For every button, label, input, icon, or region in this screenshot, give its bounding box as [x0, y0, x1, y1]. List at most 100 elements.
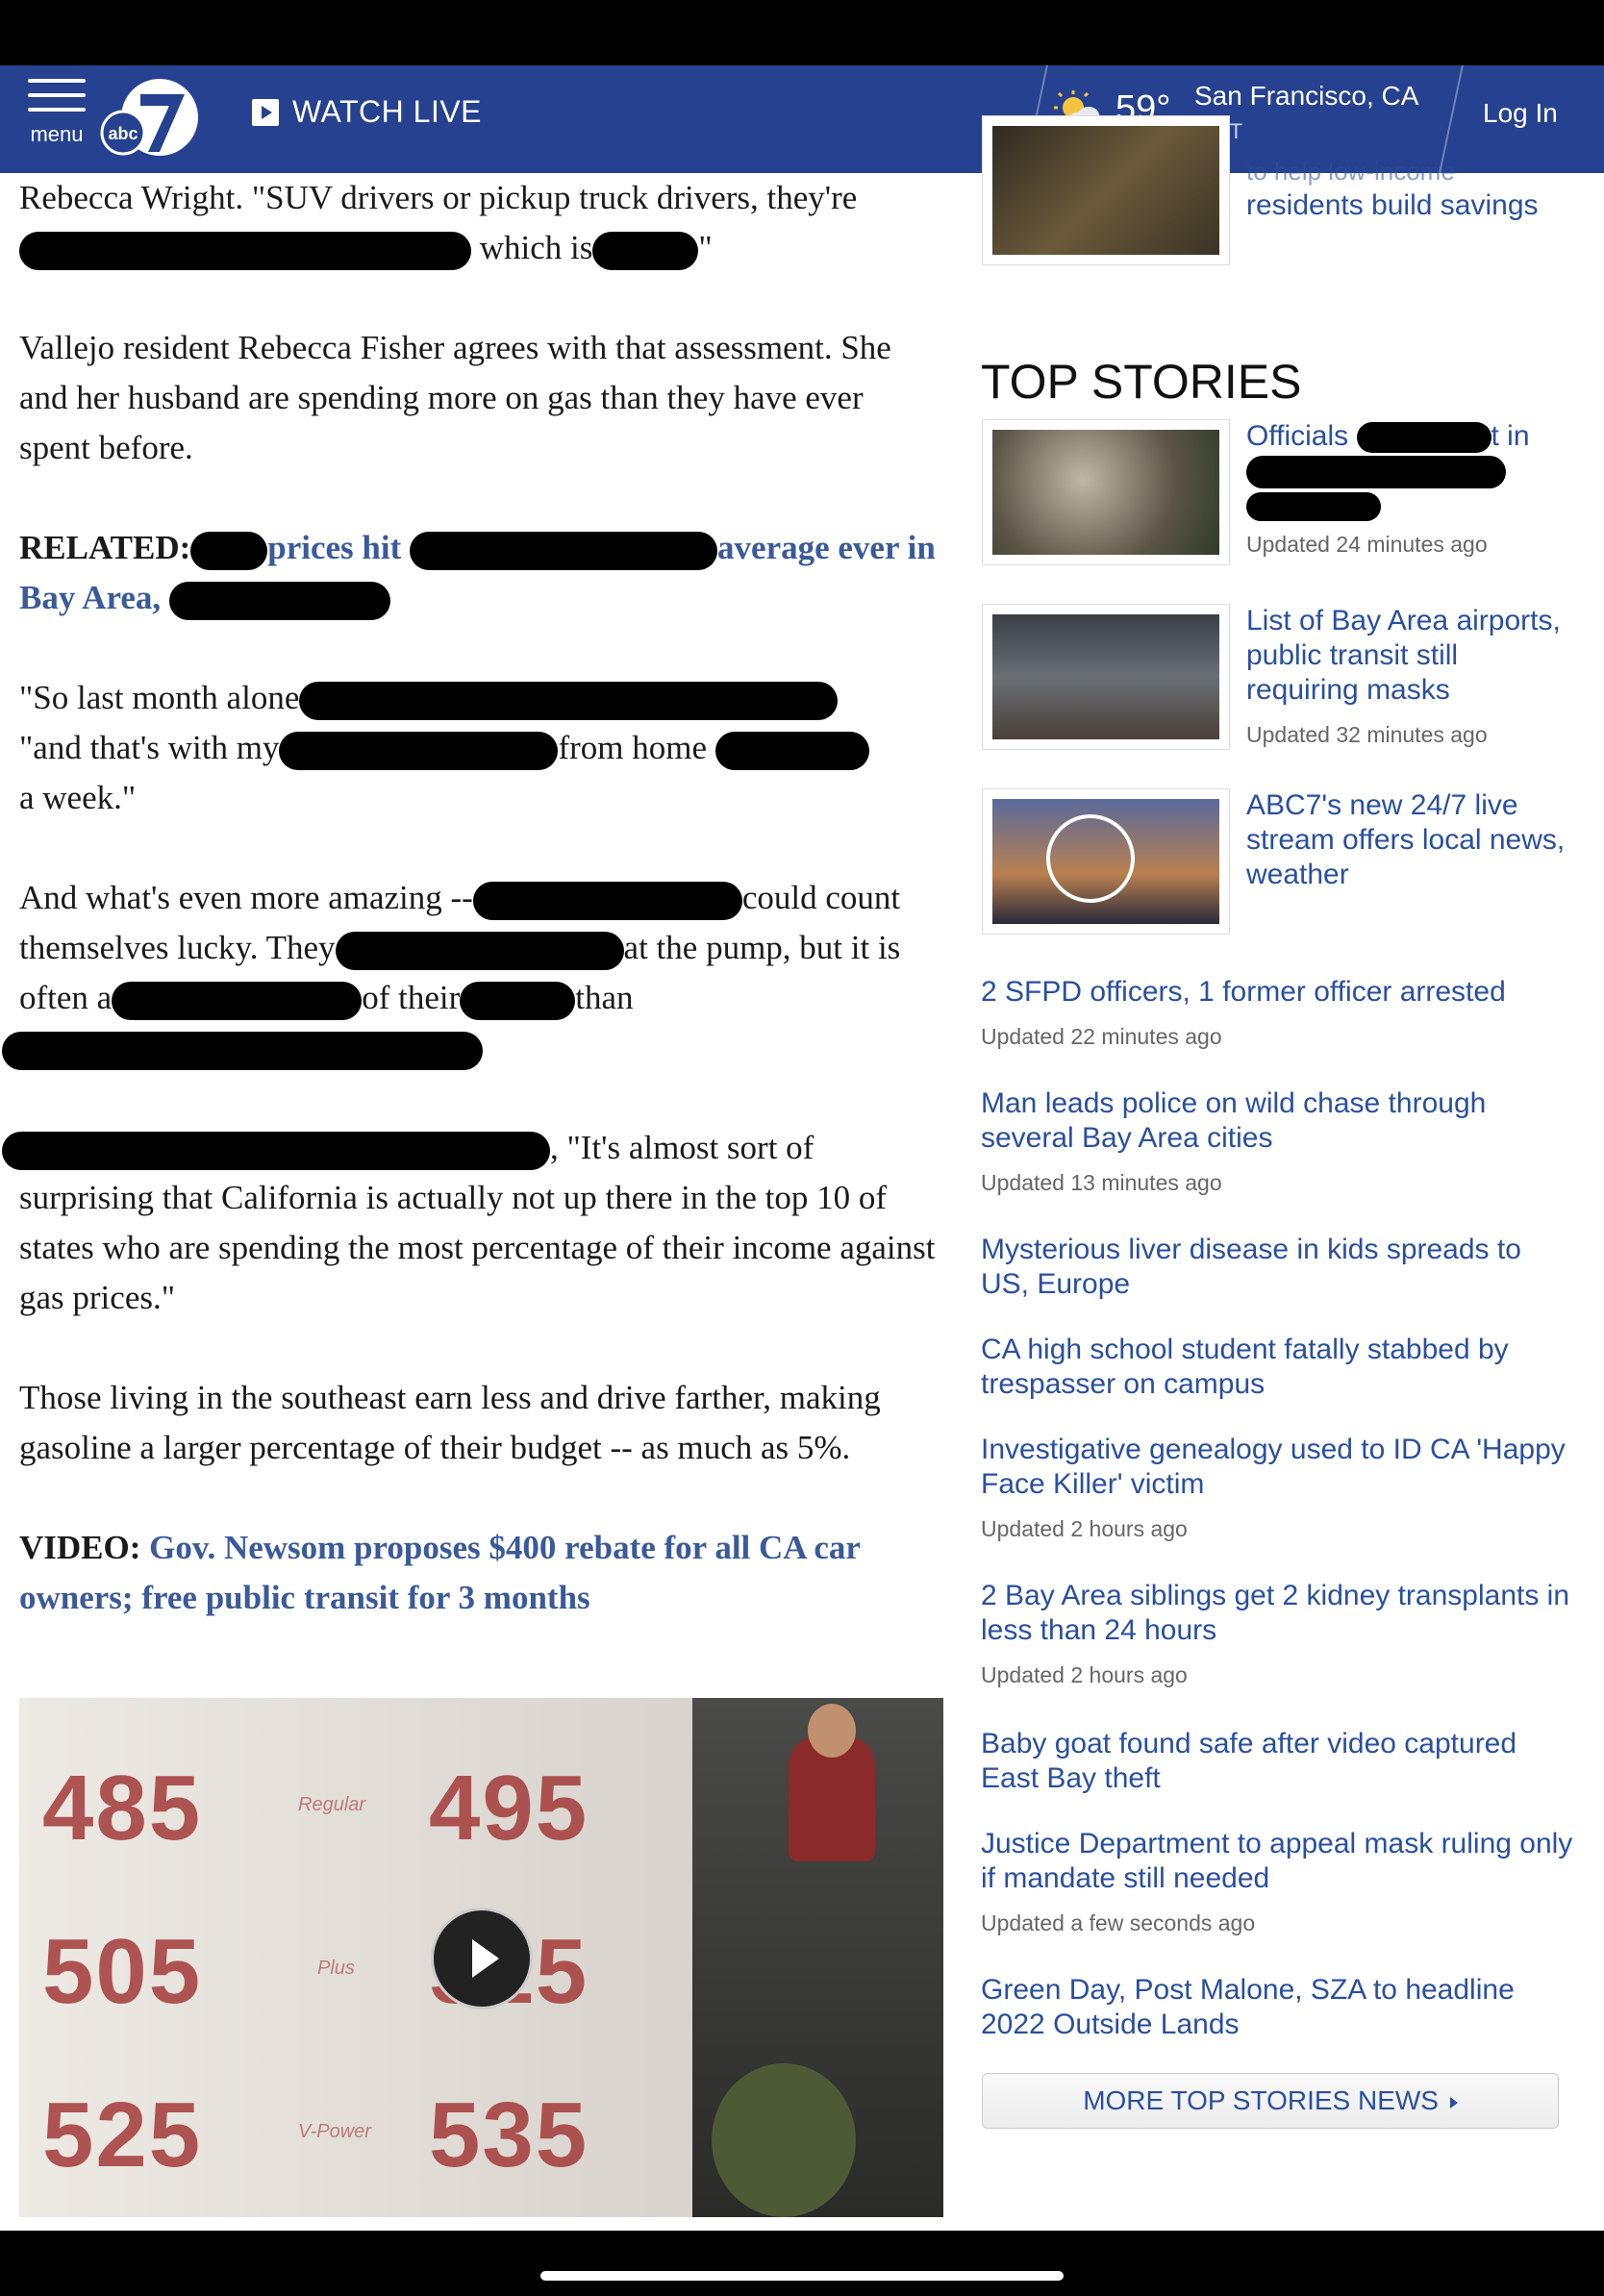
- redaction: [112, 981, 363, 1020]
- list-item[interactable]: Green Day, Post Malone, SZA to headline …: [981, 1973, 1577, 2042]
- paragraph: "So last month alone "and that's with my…: [19, 673, 942, 823]
- story-title-end: t in: [1491, 420, 1530, 452]
- text: from home: [558, 729, 707, 766]
- redaction: [168, 581, 390, 620]
- paragraph: Those living in the southeast earn less …: [19, 1379, 881, 1466]
- related-link[interactable]: prices hit: [267, 529, 401, 566]
- story-title: List of Bay Area airports, public transi…: [1246, 605, 1561, 706]
- text: a week.": [19, 779, 137, 816]
- log-in-link[interactable]: Log In: [1483, 98, 1558, 129]
- story-snippet-cut: to help low-income: [1246, 157, 1455, 186]
- list-item[interactable]: CA high school student fatally stabbed b…: [981, 1333, 1577, 1402]
- list-item[interactable]: 2 SFPD officers, 1 former officer arrest…: [981, 975, 1577, 1054]
- abc7-watermark-icon: [1046, 814, 1135, 903]
- story-title: Investigative genealogy used to ID CA 'H…: [981, 1434, 1566, 1500]
- grade-label: V-Power: [298, 2121, 371, 2142]
- caret-right-icon: [1449, 2096, 1458, 2109]
- story-thumbnail[interactable]: [982, 419, 1230, 565]
- video-label: VIDEO:: [19, 1529, 141, 1566]
- redaction: [460, 981, 576, 1020]
- abc-logo-text: abc: [108, 124, 138, 143]
- paragraph: , "It's almost sort of surprising that C…: [2, 1123, 942, 1323]
- redaction: [19, 231, 471, 270]
- paragraph: Rebecca Wright. "SUV drivers or pickup t…: [19, 173, 942, 273]
- text: "and that's with my: [19, 729, 280, 766]
- location-name[interactable]: San Francisco, CA: [1194, 81, 1418, 112]
- grade-label: Plus: [317, 1958, 355, 1979]
- story-thumbnail[interactable]: [982, 788, 1230, 935]
- list-item[interactable]: Man leads police on wild chase through s…: [981, 1086, 1577, 1200]
- bank-building-image: [992, 126, 1219, 255]
- featured-story[interactable]: Officials t in Updated 24 minutes ago: [1246, 419, 1573, 562]
- more-button-label: MORE TOP STORIES NEWS: [1083, 2085, 1439, 2115]
- redaction: [1246, 456, 1506, 489]
- text: Rebecca Wright. "SUV drivers or pickup t…: [19, 179, 858, 216]
- list-item[interactable]: Justice Department to appeal mask ruling…: [981, 1827, 1577, 1940]
- play-button-icon[interactable]: [431, 1908, 533, 2009]
- updated-time: Updated 32 minutes ago: [1246, 722, 1488, 747]
- story-title: Baby goat found safe after video capture…: [981, 1728, 1517, 1794]
- video-link-paragraph: VIDEO: Gov. Newsom proposes $400 rebate …: [19, 1523, 942, 1623]
- story-title: 2 SFPD officers, 1 former officer arrest…: [981, 976, 1506, 1008]
- story-thumbnail[interactable]: [982, 115, 1230, 265]
- video-player[interactable]: 485 495 505 515 525 535 Regular Plus V-P…: [19, 1698, 943, 2217]
- home-indicator[interactable]: [540, 2271, 1064, 2281]
- story-title: Officials: [1246, 420, 1349, 452]
- list-item[interactable]: Baby goat found safe after video capture…: [981, 1727, 1577, 1796]
- redaction: [472, 881, 742, 920]
- video-link[interactable]: Gov. Newsom proposes $400 rebate for all…: [19, 1529, 860, 1616]
- redaction: [299, 681, 839, 720]
- text: of their: [362, 979, 461, 1016]
- story-title: 2 Bay Area siblings get 2 kidney transpl…: [981, 1580, 1570, 1646]
- text: "So last month alone: [19, 679, 300, 716]
- redaction: [592, 231, 699, 270]
- list-item[interactable]: Investigative genealogy used to ID CA 'H…: [981, 1433, 1577, 1546]
- story-title: CA high school student fatally stabbed b…: [981, 1334, 1509, 1400]
- updated-time: Updated 22 minutes ago: [981, 1024, 1222, 1049]
- story-snippet[interactable]: residents build savings: [1246, 188, 1539, 223]
- top-stories-heading: TOP STORIES: [981, 355, 1302, 409]
- menu-button[interactable]: menu: [25, 79, 88, 147]
- list-item[interactable]: 2 Bay Area siblings get 2 kidney transpl…: [981, 1579, 1577, 1692]
- redaction: [410, 531, 718, 570]
- person-head: [808, 1704, 856, 1758]
- redaction: [1246, 492, 1381, 522]
- paragraph: And what's even more amazing -- could cou…: [2, 873, 942, 1073]
- status-bar: [0, 0, 1604, 65]
- redaction: [2, 1031, 483, 1070]
- text: than: [575, 979, 634, 1016]
- redaction: [2, 1131, 550, 1170]
- list-item[interactable]: Mysterious liver disease in kids spreads…: [981, 1233, 1577, 1302]
- play-icon: [252, 98, 279, 126]
- story-title: Green Day, Post Malone, SZA to headline …: [981, 1974, 1515, 2040]
- shrub-image: [712, 2063, 856, 2217]
- updated-time: Updated 24 minutes ago: [1246, 532, 1488, 558]
- story-thumbnail[interactable]: [982, 604, 1230, 750]
- price-label: 495: [429, 1757, 589, 1859]
- related-link-paragraph: RELATED: prices hit average ever in Bay A…: [19, 523, 942, 623]
- price-label: 535: [429, 2084, 589, 2186]
- watch-live-label: WATCH LIVE: [292, 94, 483, 129]
- menu-label: menu: [30, 122, 84, 146]
- redaction: [190, 531, 268, 570]
- redaction: [279, 731, 559, 770]
- price-label: 485: [42, 1757, 203, 1859]
- redaction: [1356, 422, 1491, 454]
- related-label: RELATED:: [19, 529, 191, 566]
- bottom-bar: [0, 2231, 1604, 2296]
- price-label: 505: [42, 1920, 203, 2023]
- smoke-fire-image: [992, 430, 1219, 555]
- abc7-logo[interactable]: abc: [100, 73, 200, 165]
- updated-time: Updated 2 hours ago: [981, 1662, 1188, 1687]
- more-top-stories-button[interactable]: MORE TOP STORIES NEWS: [982, 2073, 1559, 2129]
- paragraph: Vallejo resident Rebecca Fisher agrees w…: [19, 329, 891, 466]
- featured-story[interactable]: List of Bay Area airports, public transi…: [1246, 604, 1573, 752]
- watch-live-link[interactable]: WATCH LIVE: [252, 94, 482, 130]
- featured-story[interactable]: ABC7's new 24/7 live stream offers local…: [1246, 788, 1573, 892]
- article-body: Rebecca Wright. "SUV drivers or pickup t…: [2, 173, 942, 1673]
- story-title: Mysterious liver disease in kids spreads…: [981, 1234, 1521, 1300]
- redaction: [335, 931, 624, 970]
- text: ": [698, 229, 713, 266]
- redaction: [714, 731, 869, 770]
- updated-time: Updated 13 minutes ago: [981, 1170, 1222, 1195]
